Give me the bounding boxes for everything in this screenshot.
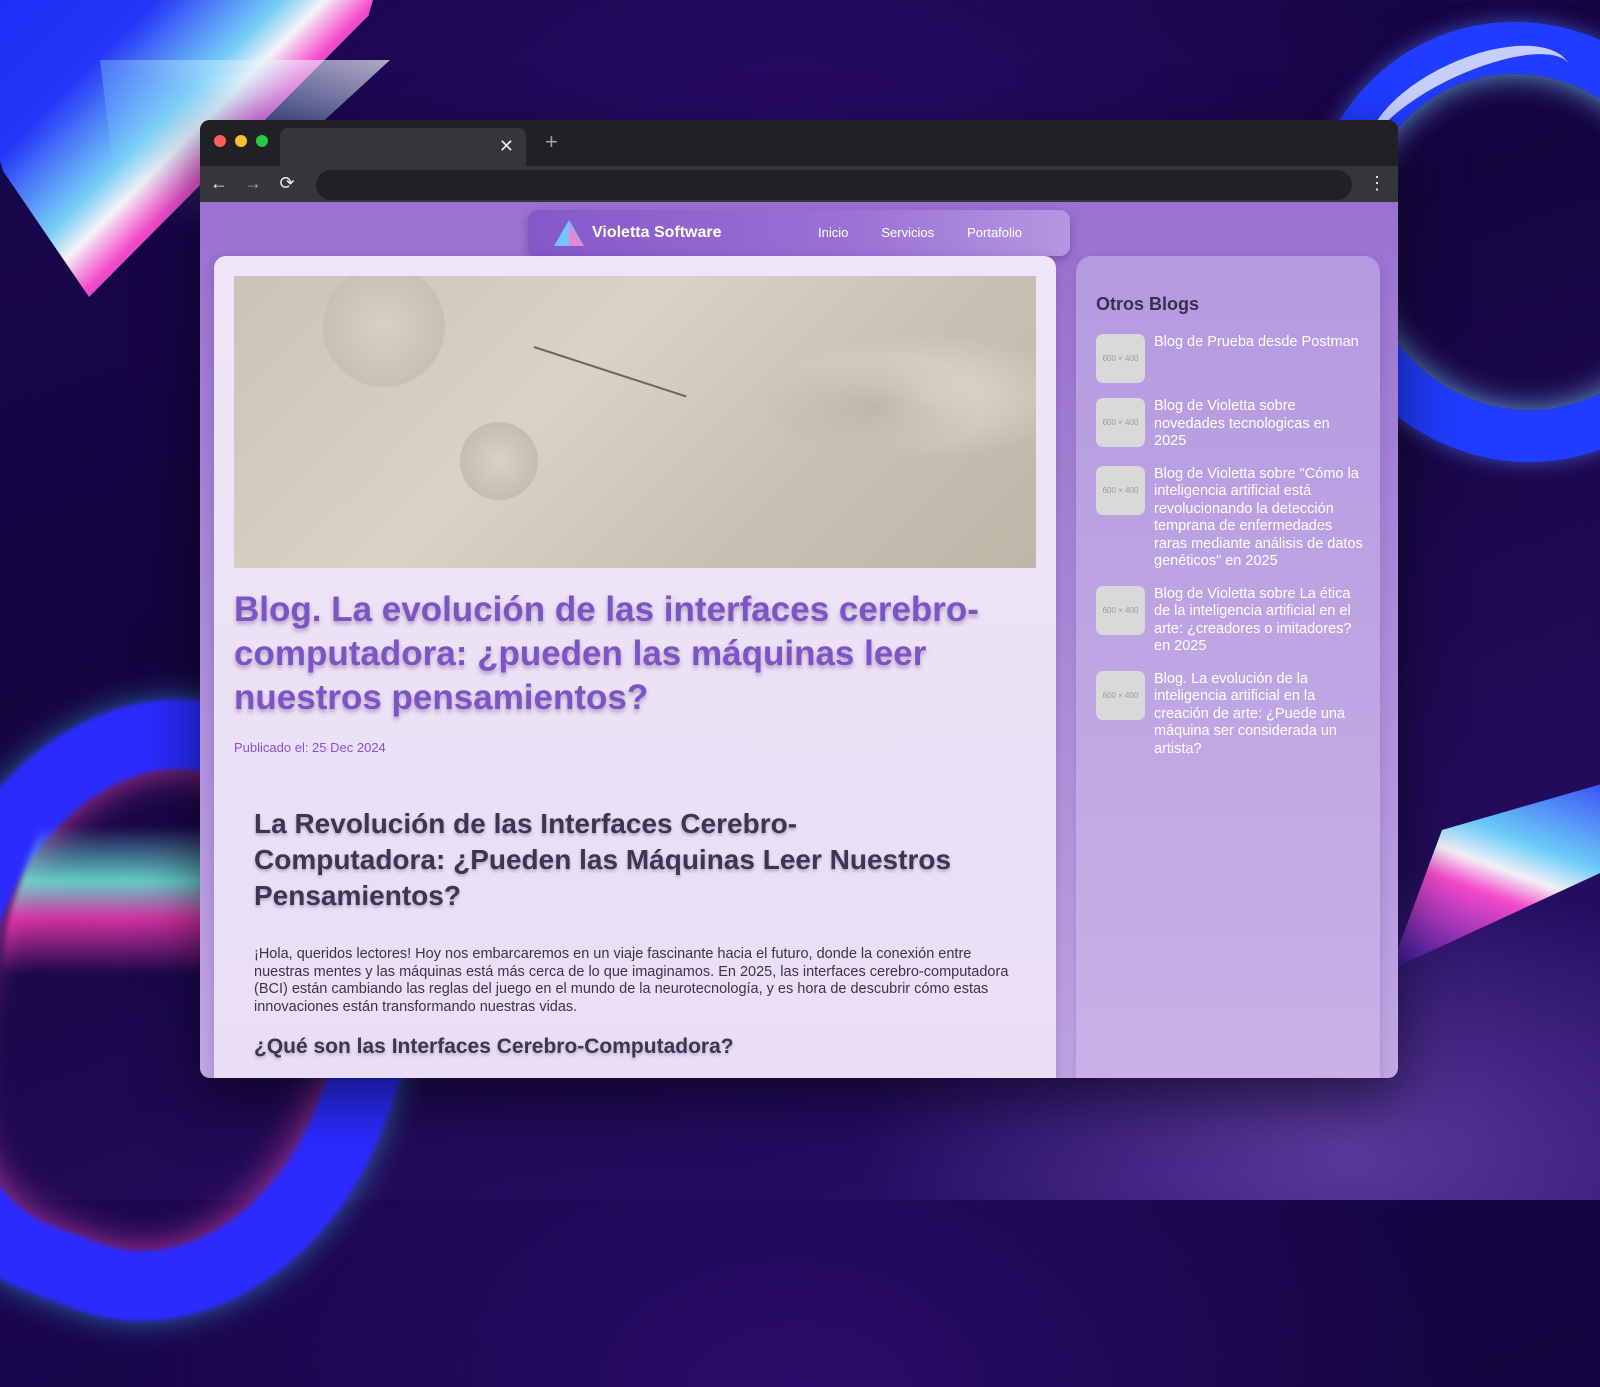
article-heading: La Revolución de las Interfaces Cerebro-… bbox=[254, 808, 952, 911]
glass-shard-decoration bbox=[1390, 770, 1600, 970]
brand[interactable]: Violetta Software bbox=[554, 220, 722, 246]
back-arrow-icon[interactable]: ← bbox=[208, 172, 230, 194]
close-window-button[interactable] bbox=[214, 135, 226, 147]
placeholder-thumbnail: 600 × 400 bbox=[1096, 465, 1145, 515]
browser-menu-icon[interactable]: ⋮ bbox=[1368, 172, 1386, 194]
browser-window: ✕ + ← → ⟳ ⋮ Violetta Software Inicio Ser… bbox=[200, 120, 1398, 1078]
close-tab-icon[interactable]: ✕ bbox=[499, 136, 514, 156]
minimize-window-button[interactable] bbox=[235, 135, 247, 147]
sculpture-figure-shape bbox=[674, 296, 1004, 496]
list-item[interactable]: 600 × 400 Blog de Violetta sobre novedad… bbox=[1096, 398, 1366, 451]
placeholder-thumbnail: 600 × 400 bbox=[1096, 585, 1145, 635]
list-item[interactable]: 600 × 400 Blog de Violetta sobre La étic… bbox=[1096, 585, 1366, 656]
prism-logo-icon bbox=[554, 220, 584, 246]
blog-link[interactable]: Blog de Prueba desde Postman bbox=[1154, 334, 1359, 383]
sidebar-title: Otros Blogs bbox=[1096, 294, 1200, 314]
balloon-string-shape bbox=[533, 346, 687, 398]
hero-image bbox=[234, 276, 1036, 568]
article-subheading: ¿Qué son las Interfaces Cerebro-Computad… bbox=[254, 1035, 734, 1058]
blog-link[interactable]: Blog de Violetta sobre La ética de la in… bbox=[1154, 586, 1366, 656]
site-navbar: Violetta Software Inicio Servicios Porta… bbox=[528, 210, 1070, 256]
window-controls bbox=[214, 135, 268, 147]
page-viewport: Violetta Software Inicio Servicios Porta… bbox=[200, 202, 1398, 1078]
article-title: Blog. La evolución de las interfaces cer… bbox=[234, 590, 979, 717]
article-intro: ¡Hola, queridos lectores! Hoy nos embarc… bbox=[254, 946, 1009, 1015]
placeholder-thumbnail: 600 × 400 bbox=[1096, 398, 1145, 447]
new-tab-button[interactable]: + bbox=[545, 130, 558, 154]
address-bar[interactable] bbox=[316, 170, 1352, 200]
list-item[interactable]: 600 × 400 Blog de Prueba desde Postman bbox=[1096, 334, 1366, 383]
list-item[interactable]: 600 × 400 Blog. La evolución de la intel… bbox=[1096, 670, 1366, 759]
brand-name: Violetta Software bbox=[592, 224, 722, 241]
placeholder-thumbnail: 600 × 400 bbox=[1096, 334, 1145, 383]
list-item[interactable]: 600 × 400 Blog de Violetta sobre "Cómo l… bbox=[1096, 465, 1366, 571]
browser-tab[interactable]: ✕ bbox=[280, 128, 526, 166]
browser-toolbar: ← → ⟳ ⋮ bbox=[200, 166, 1398, 202]
blog-link[interactable]: Blog de Violetta sobre novedades tecnolo… bbox=[1154, 398, 1366, 451]
nav-links: Inicio Servicios Portafolio bbox=[818, 225, 1022, 240]
blog-list: 600 × 400 Blog de Prueba desde Postman 6… bbox=[1096, 334, 1366, 773]
reload-icon[interactable]: ⟳ bbox=[276, 172, 298, 194]
tab-strip: ✕ + bbox=[200, 120, 1398, 166]
blog-link[interactable]: Blog. La evolución de la inteligencia ar… bbox=[1154, 671, 1366, 759]
placeholder-thumbnail: 600 × 400 bbox=[1096, 670, 1145, 720]
maximize-window-button[interactable] bbox=[256, 135, 268, 147]
nav-link-servicios[interactable]: Servicios bbox=[881, 225, 934, 240]
article-card: Blog. La evolución de las interfaces cer… bbox=[214, 256, 1056, 1078]
nav-link-inicio[interactable]: Inicio bbox=[818, 225, 848, 240]
publish-date: Publicado el: 25 Dec 2024 bbox=[234, 740, 386, 755]
other-blogs-sidebar: Otros Blogs 600 × 400 Blog de Prueba des… bbox=[1076, 256, 1380, 1078]
forward-arrow-icon[interactable]: → bbox=[242, 172, 264, 194]
nav-link-portafolio[interactable]: Portafolio bbox=[967, 225, 1022, 240]
blog-link[interactable]: Blog de Violetta sobre "Cómo la intelige… bbox=[1154, 466, 1366, 571]
